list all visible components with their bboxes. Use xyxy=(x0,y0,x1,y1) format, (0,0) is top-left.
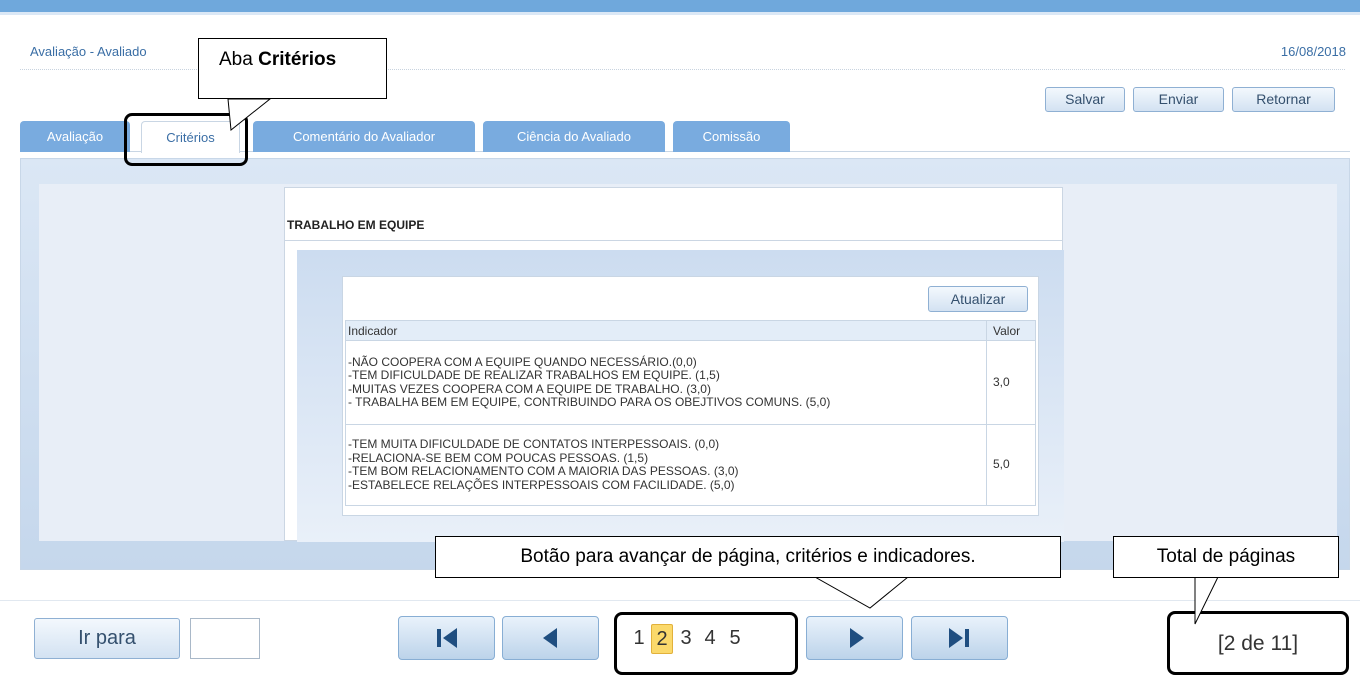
next-button-callout: Botão para avançar de página, critérios … xyxy=(435,536,1061,578)
tab-callout-prefix: Aba xyxy=(219,49,259,70)
total-pages-callout: Total de páginas xyxy=(1113,536,1339,578)
tab-callout-pointer xyxy=(227,98,272,131)
next-callout-pointer xyxy=(813,576,910,609)
tab-callout-bold: Critérios xyxy=(258,49,337,70)
tab-callout: Aba Critérios xyxy=(198,38,387,99)
total-callout-pointer xyxy=(1194,576,1219,625)
